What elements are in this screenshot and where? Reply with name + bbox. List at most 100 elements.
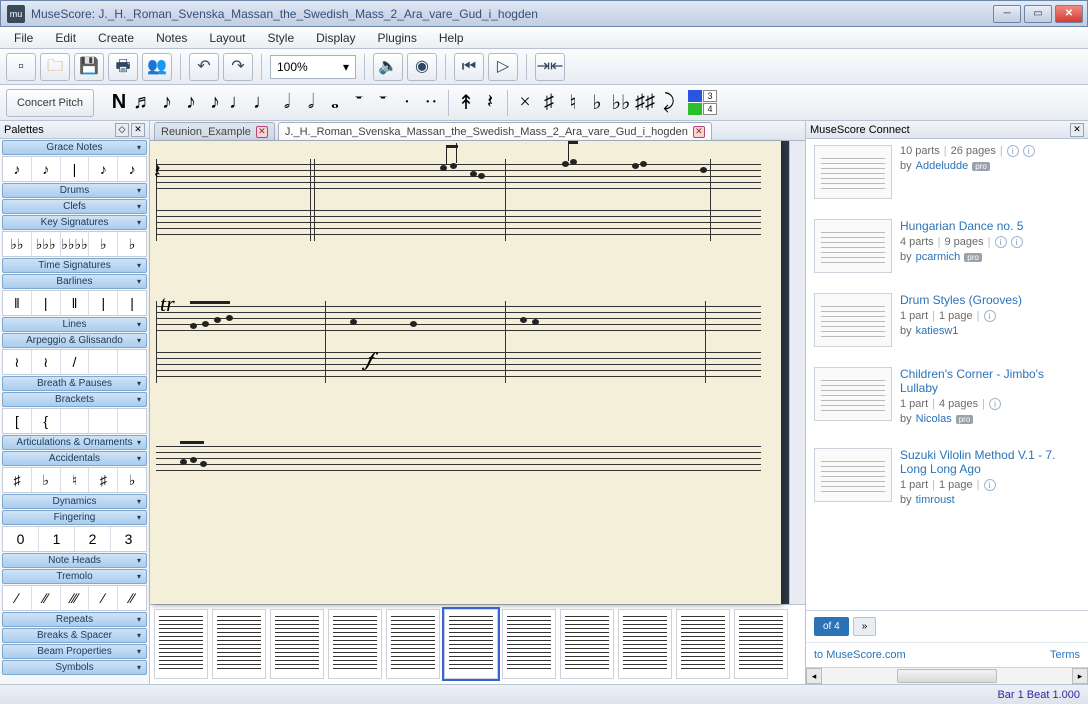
- palettes-float-button[interactable]: ◇: [115, 123, 129, 137]
- palette-category-symbols[interactable]: Symbols: [2, 660, 147, 675]
- connect-item-author[interactable]: Nicolas: [916, 413, 952, 425]
- menu-edit[interactable]: Edit: [45, 29, 86, 47]
- palette-cell[interactable]: [: [3, 409, 32, 433]
- double-sharp-button[interactable]: ×: [514, 89, 536, 117]
- duration-quarter2-button[interactable]: ♩: [252, 89, 274, 117]
- connect-thumbnail[interactable]: [814, 145, 892, 199]
- parts-button[interactable]: 👥: [142, 53, 172, 81]
- info-icon[interactable]: i: [984, 479, 996, 491]
- undo-button[interactable]: ↶: [189, 53, 219, 81]
- double-dot-button[interactable]: ··: [420, 89, 442, 117]
- voice-1-button[interactable]: [688, 90, 702, 102]
- connect-item-author[interactable]: katiesw1: [916, 325, 959, 337]
- palette-cell[interactable]: [89, 409, 118, 433]
- palette-cell[interactable]: ♭: [118, 232, 146, 256]
- palette-cell[interactable]: |: [32, 291, 61, 315]
- palette-cell[interactable]: {: [32, 409, 61, 433]
- rewind-button[interactable]: ⏮: [454, 53, 484, 81]
- navigator-page[interactable]: [386, 609, 440, 679]
- score-page[interactable]: tr 𝆑: [150, 141, 781, 604]
- tab-reunion-example[interactable]: Reunion_Example ✕: [154, 122, 275, 140]
- connect-item[interactable]: Suzuki Vilolin Method V.1 - 7. Long Long…: [806, 442, 1088, 523]
- voice-2-button[interactable]: [688, 103, 702, 115]
- tab-close-icon[interactable]: ✕: [693, 126, 705, 138]
- palette-category-barlines[interactable]: Barlines: [2, 274, 147, 289]
- palette-cell[interactable]: ♮: [61, 468, 90, 492]
- note-input-mode-button[interactable]: N: [108, 89, 130, 117]
- sound-button[interactable]: 🔈: [373, 53, 403, 81]
- navigator-page[interactable]: [676, 609, 730, 679]
- palette-cell[interactable]: ♭: [118, 468, 146, 492]
- connect-item[interactable]: Hungarian Dance no. 54 parts|9 pages|iib…: [806, 213, 1088, 287]
- palette-cell[interactable]: [89, 350, 118, 374]
- palette-category-clefs[interactable]: Clefs: [2, 199, 147, 214]
- connect-item[interactable]: 10 parts|26 pages|iibyAddeluddepro: [806, 139, 1088, 213]
- palette-category-brackets[interactable]: Brackets: [2, 392, 147, 407]
- palette-cell[interactable]: ♪: [32, 157, 61, 181]
- pager-next[interactable]: »: [853, 617, 877, 636]
- score-vertical-scrollbar[interactable]: [789, 141, 805, 604]
- palette-cell[interactable]: 1: [39, 527, 75, 551]
- palette-cell[interactable]: ♪: [118, 157, 146, 181]
- palette-cell[interactable]: ≀: [32, 350, 61, 374]
- connect-item[interactable]: Children's Corner - Jimbo's Lullaby1 par…: [806, 361, 1088, 442]
- palette-category-breath-pauses[interactable]: Breath & Pauses: [2, 376, 147, 391]
- menu-create[interactable]: Create: [88, 29, 144, 47]
- palette-category-breaks-spacer[interactable]: Breaks & Spacer: [2, 628, 147, 643]
- palette-category-tremolo[interactable]: Tremolo: [2, 569, 147, 584]
- window-close-button[interactable]: ✕: [1055, 5, 1083, 23]
- palette-cell[interactable]: /: [61, 350, 90, 374]
- palette-cell[interactable]: [118, 409, 146, 433]
- palette-cell[interactable]: 0: [3, 527, 39, 551]
- score-viewport[interactable]: tr 𝆑: [150, 141, 805, 604]
- duration-half-button[interactable]: 𝅗𝅥: [276, 89, 298, 117]
- connect-thumbnail[interactable]: [814, 219, 892, 273]
- menu-notes[interactable]: Notes: [146, 29, 197, 47]
- midi-button[interactable]: ◉: [407, 53, 437, 81]
- menu-layout[interactable]: Layout: [199, 29, 255, 47]
- flat-button[interactable]: ♭: [586, 89, 608, 117]
- palette-category-grace-notes[interactable]: Grace Notes: [2, 140, 147, 155]
- duration-64th-button[interactable]: ♬: [132, 89, 154, 117]
- palette-cell[interactable]: ♯: [89, 468, 118, 492]
- tab-close-icon[interactable]: ✕: [256, 126, 268, 138]
- new-file-button[interactable]: ▫: [6, 53, 36, 81]
- palette-cell[interactable]: ∕: [3, 586, 32, 610]
- palette-category-accidentals[interactable]: Accidentals: [2, 451, 147, 466]
- palette-category-time-signatures[interactable]: Time Signatures: [2, 258, 147, 273]
- info-icon[interactable]: i: [1007, 145, 1019, 157]
- navigator-page[interactable]: [560, 609, 614, 679]
- palette-category-lines[interactable]: Lines: [2, 317, 147, 332]
- tab-roman-svenska[interactable]: J._H._Roman_Svenska_Massan_the_Swedish_M…: [278, 122, 712, 140]
- palette-cell[interactable]: ♯: [3, 468, 32, 492]
- concert-pitch-button[interactable]: Concert Pitch: [6, 89, 94, 117]
- sharp-button[interactable]: ♯: [538, 89, 560, 117]
- palette-cell[interactable]: ∕∕: [118, 586, 146, 610]
- connect-item-title[interactable]: Drum Styles (Grooves): [900, 293, 1080, 307]
- palette-cell[interactable]: [61, 409, 90, 433]
- palette-category-key-signatures[interactable]: Key Signatures: [2, 215, 147, 230]
- connect-item-title[interactable]: Suzuki Vilolin Method V.1 - 7. Long Long…: [900, 448, 1080, 476]
- navigator-page[interactable]: [502, 609, 556, 679]
- palette-category-repeats[interactable]: Repeats: [2, 612, 147, 627]
- connect-close-button[interactable]: ✕: [1070, 123, 1084, 137]
- palette-cell[interactable]: 3: [111, 527, 146, 551]
- duration-quarter-button[interactable]: ♩: [228, 89, 250, 117]
- pager-current[interactable]: of 4: [814, 617, 849, 636]
- palette-cell[interactable]: |: [89, 291, 118, 315]
- palette-cell[interactable]: ♭♭♭♭: [61, 232, 90, 256]
- scrollbar-thumb[interactable]: [897, 669, 997, 683]
- flip-button[interactable]: ⤸: [658, 89, 680, 117]
- navigator-page-current[interactable]: [444, 609, 498, 679]
- double-sharp2-button[interactable]: ♯♯: [634, 89, 656, 117]
- play-button[interactable]: ▷: [488, 53, 518, 81]
- window-minimize-button[interactable]: ─: [993, 5, 1021, 23]
- palette-category-drums[interactable]: Drums: [2, 183, 147, 198]
- redo-button[interactable]: ↷: [223, 53, 253, 81]
- palette-cell[interactable]: ∕∕: [32, 586, 61, 610]
- navigator-page[interactable]: [154, 609, 208, 679]
- repeat-button[interactable]: ⇥⇤: [535, 53, 565, 81]
- menu-display[interactable]: Display: [306, 29, 365, 47]
- connect-terms-link[interactable]: Terms: [1050, 649, 1080, 661]
- tie-button[interactable]: ↟: [455, 89, 477, 117]
